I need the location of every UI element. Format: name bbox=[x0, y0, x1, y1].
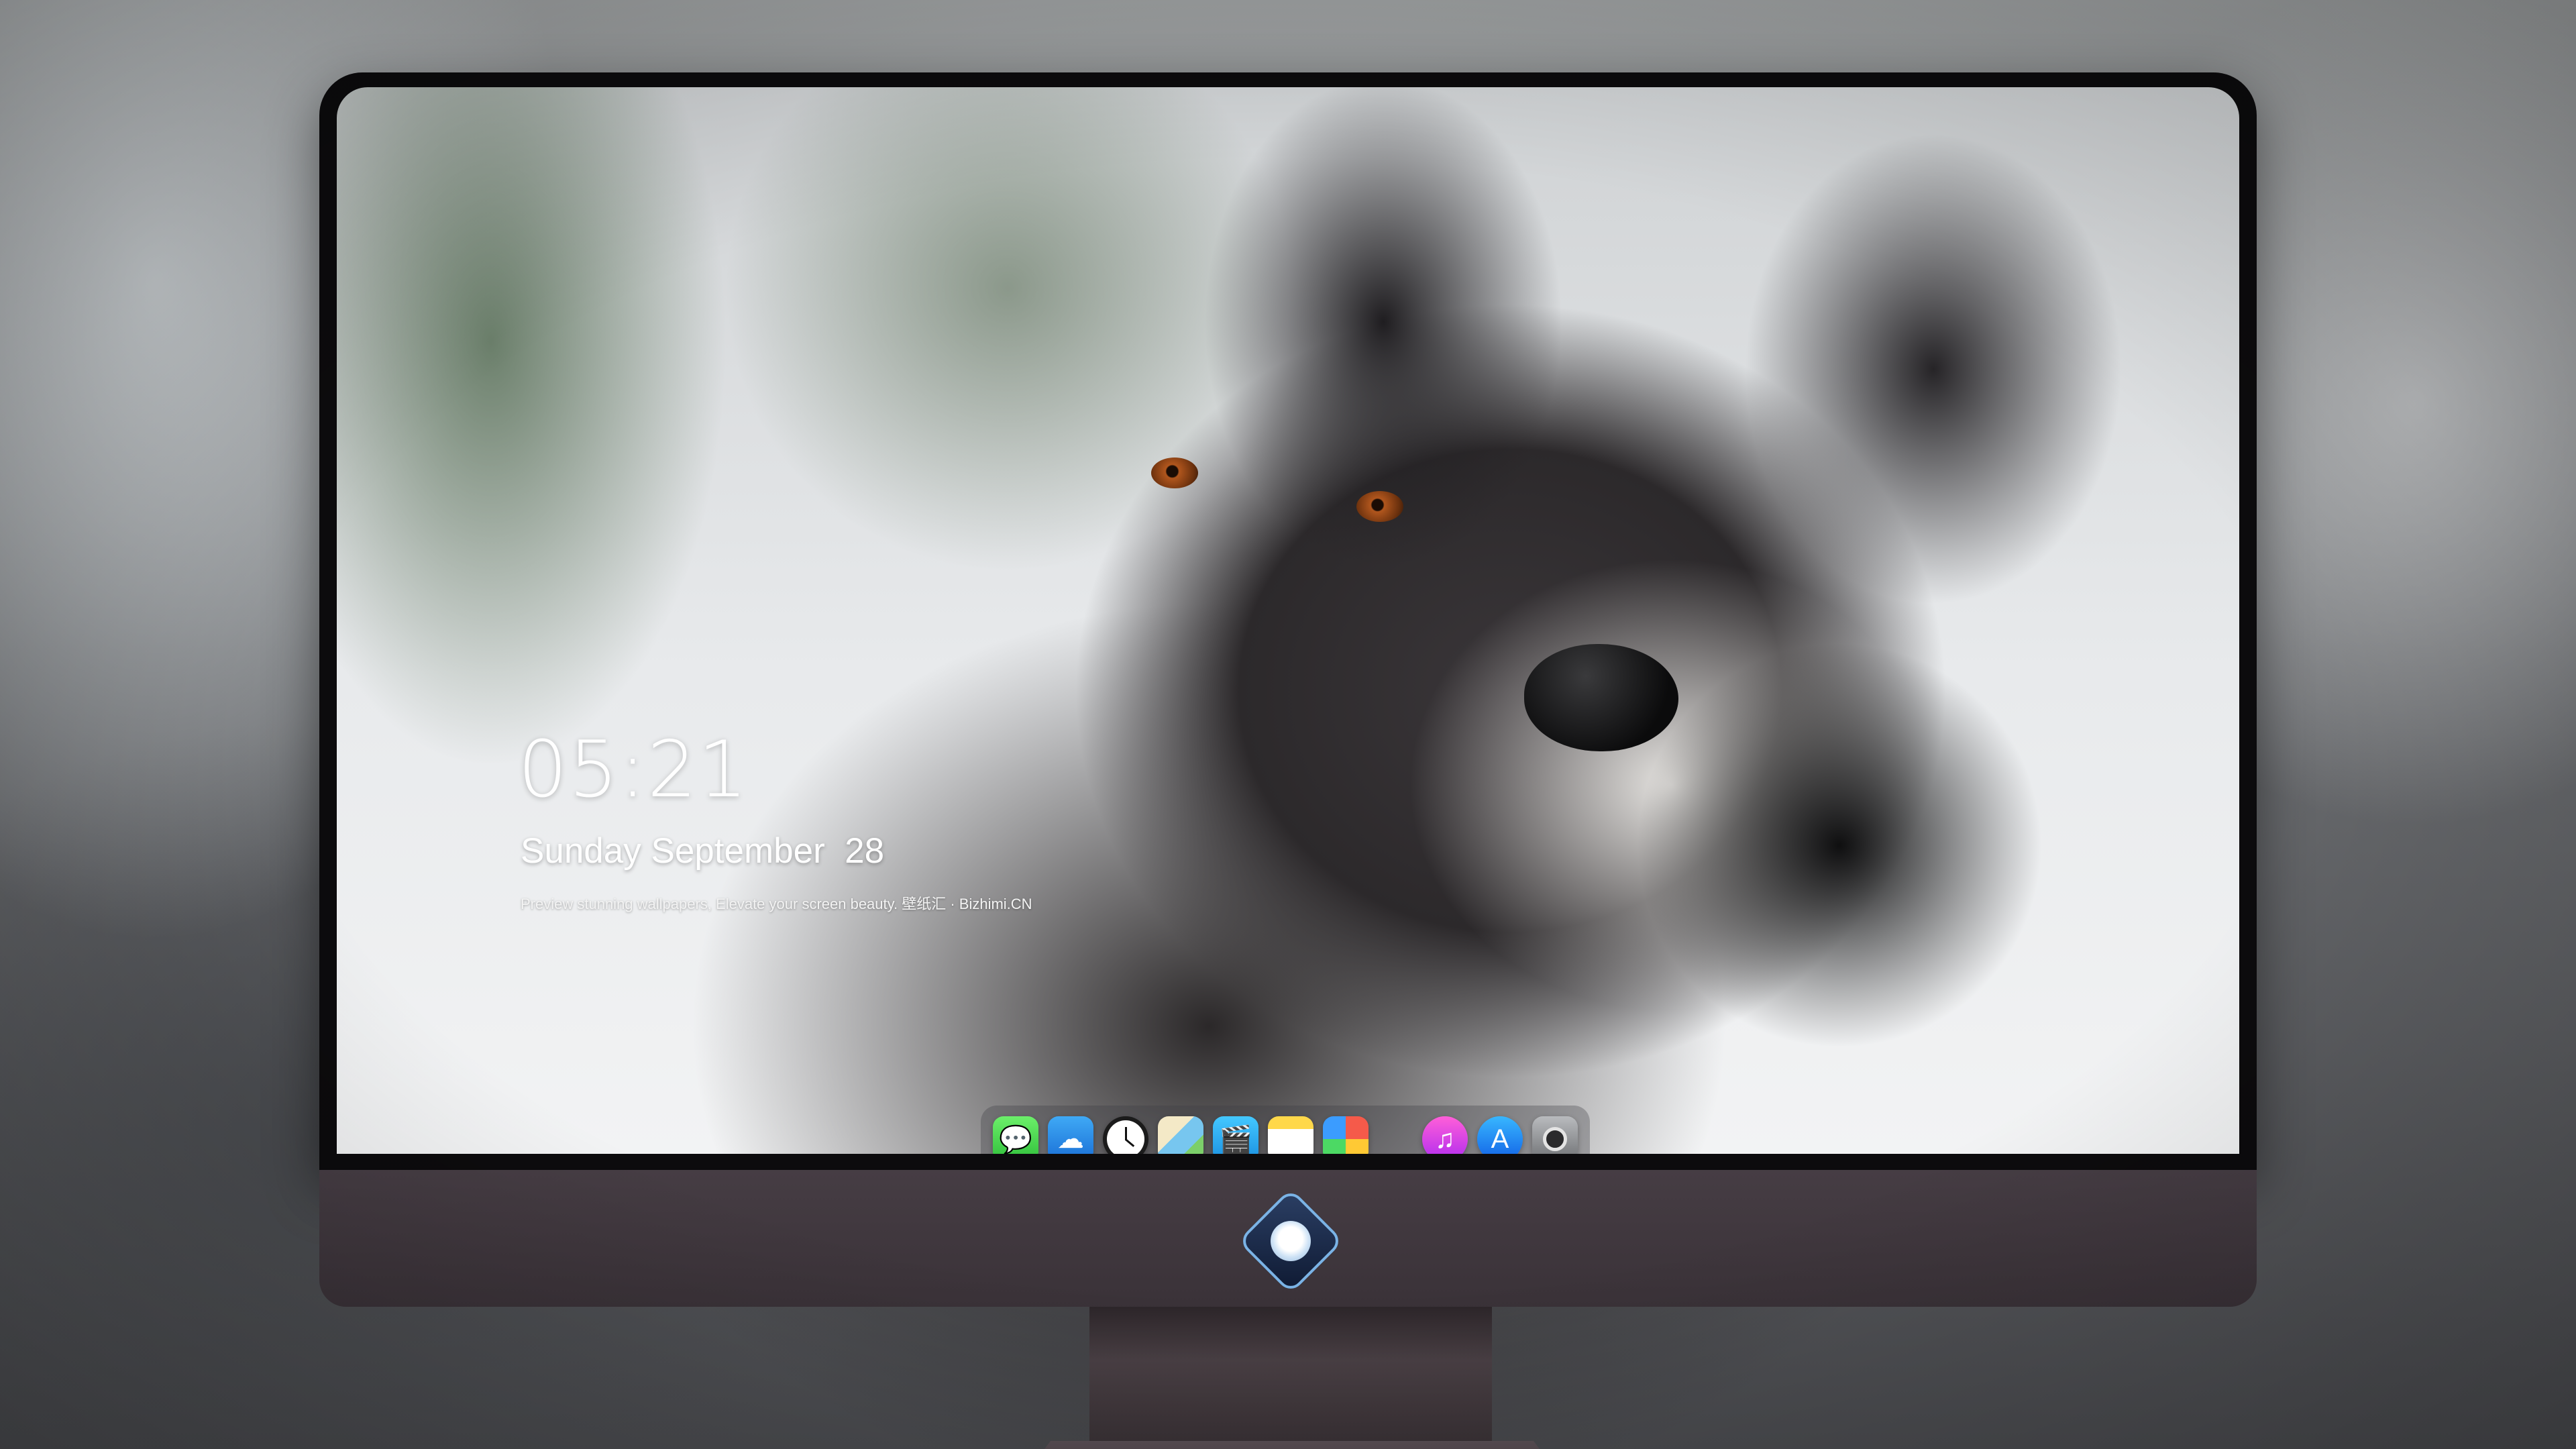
monitor: 05:21 Sunday September 28 Preview stunni… bbox=[319, 72, 2257, 1449]
music-icon[interactable]: ♫ bbox=[1422, 1116, 1468, 1154]
camera-icon[interactable] bbox=[1532, 1116, 1578, 1154]
brand-logo-icon bbox=[1237, 1187, 1344, 1295]
maps-icon[interactable] bbox=[1158, 1116, 1203, 1154]
desktop-screen[interactable]: 05:21 Sunday September 28 Preview stunni… bbox=[337, 87, 2239, 1154]
clips-icon[interactable]: 🎬 bbox=[1213, 1116, 1258, 1154]
monitor-stand-base bbox=[990, 1441, 1594, 1449]
messages-icon[interactable]: 💬 bbox=[993, 1116, 1038, 1154]
monitor-stand-neck bbox=[1089, 1307, 1492, 1441]
lock-date: Sunday September 28 bbox=[521, 831, 885, 871]
mascot-icon bbox=[1271, 1221, 1311, 1261]
wolf-nose bbox=[1524, 644, 1678, 751]
clock-icon[interactable] bbox=[1103, 1116, 1148, 1154]
camera-lens bbox=[1543, 1127, 1567, 1151]
wolf-right-eye bbox=[1356, 491, 1403, 522]
lock-clock: 05:21 bbox=[518, 724, 749, 815]
dock: 💬 ☁ 🎬 ♫ A bbox=[981, 1106, 1590, 1154]
weather-icon[interactable]: ☁ bbox=[1048, 1116, 1093, 1154]
app-store-icon[interactable]: A bbox=[1477, 1116, 1523, 1154]
blurred-background: 05:21 Sunday September 28 Preview stunni… bbox=[0, 0, 2576, 1449]
wallpaper-tagline: Preview stunning wallpapers, Elevate you… bbox=[521, 896, 1032, 912]
photos-icon[interactable] bbox=[1323, 1116, 1368, 1154]
wolf-left-eye bbox=[1151, 458, 1198, 488]
clock-face bbox=[1107, 1120, 1144, 1154]
notes-icon[interactable] bbox=[1268, 1116, 1313, 1154]
monitor-chin bbox=[319, 1170, 2257, 1307]
monitor-bezel: 05:21 Sunday September 28 Preview stunni… bbox=[319, 72, 2257, 1170]
